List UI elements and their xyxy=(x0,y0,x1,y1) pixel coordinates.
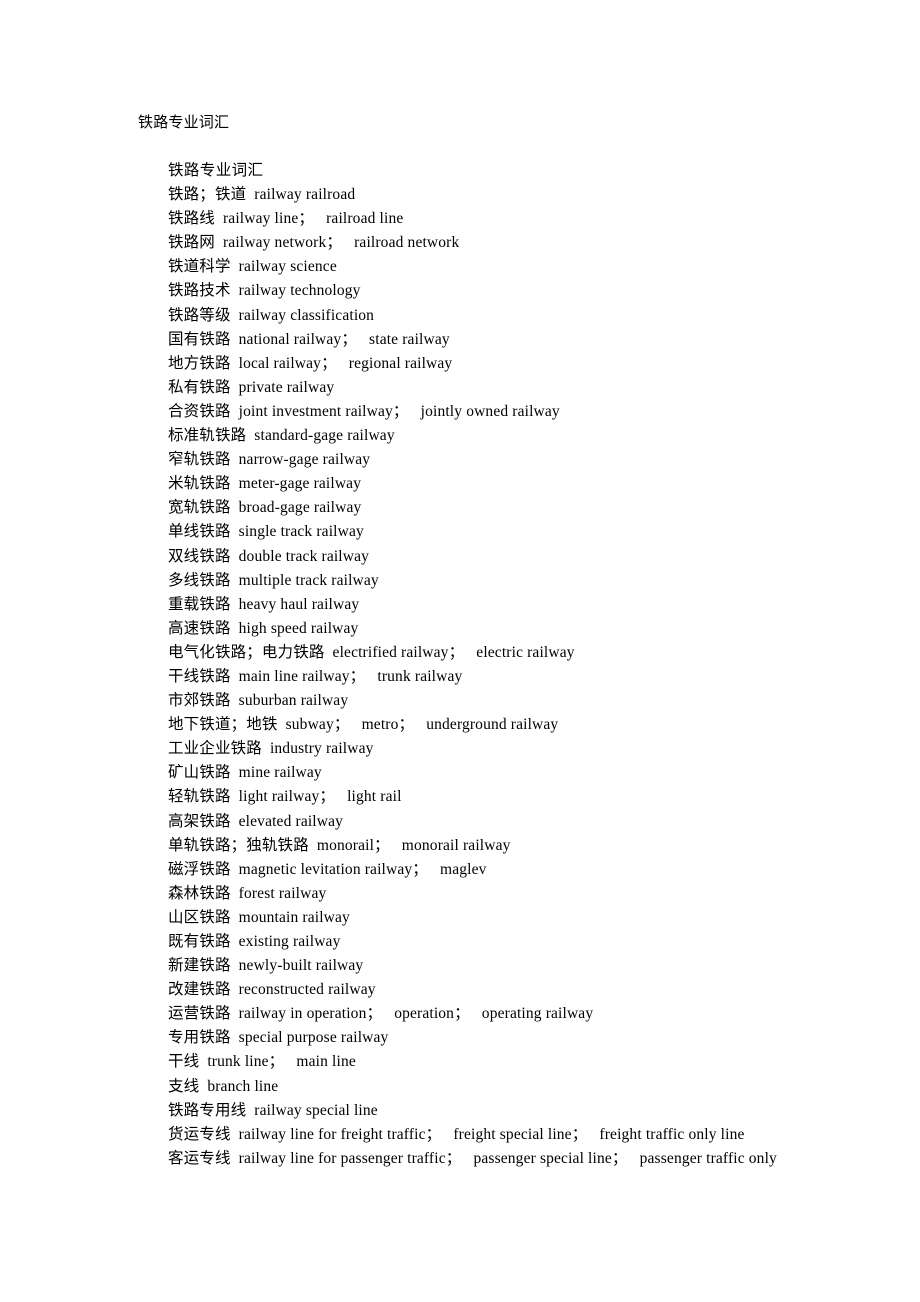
glossary-entry: 山区铁路 mountain railway xyxy=(168,908,350,926)
glossary-entry: 铁路；铁道 railway railroad xyxy=(168,186,356,204)
glossary-entry: 森林铁路 forest railway xyxy=(168,884,327,902)
glossary-entry: 既有铁路 existing railway xyxy=(168,933,341,950)
glossary-entry: 高速铁路 high speed railway xyxy=(168,619,359,637)
glossary-entry: 多线铁路 multiple track railway xyxy=(168,571,379,589)
glossary-entry: 专用铁路 special purpose railway xyxy=(168,1029,389,1047)
glossary-entry: 支线 branch line xyxy=(168,1077,279,1095)
glossary-entry: 合资铁路 joint investment railway； jointly o… xyxy=(168,402,560,420)
glossary-entry: 私有铁路 private railway xyxy=(168,378,335,396)
glossary-entry: 铁路技术 railway technology xyxy=(168,282,361,300)
glossary-entry: 标准轨铁路 standard-gage railway xyxy=(168,427,395,445)
glossary-entry: 货运专线 railway line for freight traffic； f… xyxy=(168,1125,745,1143)
glossary-section-title: 铁路专业词汇 xyxy=(168,162,264,179)
glossary-entry: 窄轨铁路 narrow-gage railway xyxy=(168,451,371,469)
glossary-entry: 铁路网 railway network； railroad network xyxy=(168,234,460,252)
glossary-entry: 国有铁路 national railway； state railway xyxy=(168,330,450,348)
document-page: 铁路专业词汇 铁路专业词汇 铁路；铁道 railway railroad 铁路线… xyxy=(0,0,920,1302)
glossary-entry: 高架铁路 elevated railway xyxy=(168,812,344,830)
glossary-entry: 铁路专用线 railway special line xyxy=(168,1101,378,1119)
glossary-body: 铁路专业词汇 铁路；铁道 railway railroad 铁路线 railwa… xyxy=(168,159,908,1171)
glossary-entry: 地方铁路 local railway； regional railway xyxy=(168,354,453,372)
glossary-entry: 单轨铁路；独轨铁路 monorail； monorail railway xyxy=(168,836,511,854)
glossary-entry: 地下铁道；地铁 subway； metro； underground railw… xyxy=(168,716,559,734)
glossary-entry: 米轨铁路 meter-gage railway xyxy=(168,475,362,493)
glossary-entry: 改建铁路 reconstructed railway xyxy=(168,981,376,999)
glossary-entry: 客运专线 railway line for passenger traffic；… xyxy=(168,1149,777,1167)
glossary-entry: 运营铁路 railway in operation； operation； op… xyxy=(168,1005,594,1023)
glossary-entry: 双线铁路 double track railway xyxy=(168,547,370,565)
glossary-entry: 重载铁路 heavy haul railway xyxy=(168,595,360,613)
glossary-entry: 干线铁路 main line railway； trunk railway xyxy=(168,667,463,685)
glossary-entry: 矿山铁路 mine railway xyxy=(168,764,322,782)
glossary-entry: 电气化铁路；电力铁路 electrified railway； electric… xyxy=(168,643,575,661)
glossary-entry: 新建铁路 newly-built railway xyxy=(168,957,364,975)
glossary-entry: 磁浮铁路 magnetic levitation railway； maglev xyxy=(168,860,487,878)
glossary-entry: 单线铁路 single track railway xyxy=(168,523,364,541)
glossary-entry: 干线 trunk line； main line xyxy=(168,1053,356,1071)
glossary-entry: 铁道科学 railway science xyxy=(168,258,337,276)
glossary-entry: 工业企业铁路 industry railway xyxy=(168,740,374,758)
glossary-entry: 铁路线 railway line； railroad line xyxy=(168,210,404,228)
glossary-entry: 市郊铁路 suburban railway xyxy=(168,692,349,710)
document-header-title: 铁路专业词汇 xyxy=(138,115,230,131)
glossary-entry: 宽轨铁路 broad-gage railway xyxy=(168,499,362,517)
glossary-entry: 铁路等级 railway classification xyxy=(168,306,375,324)
glossary-entry: 轻轨铁路 light railway； light rail xyxy=(168,788,402,806)
